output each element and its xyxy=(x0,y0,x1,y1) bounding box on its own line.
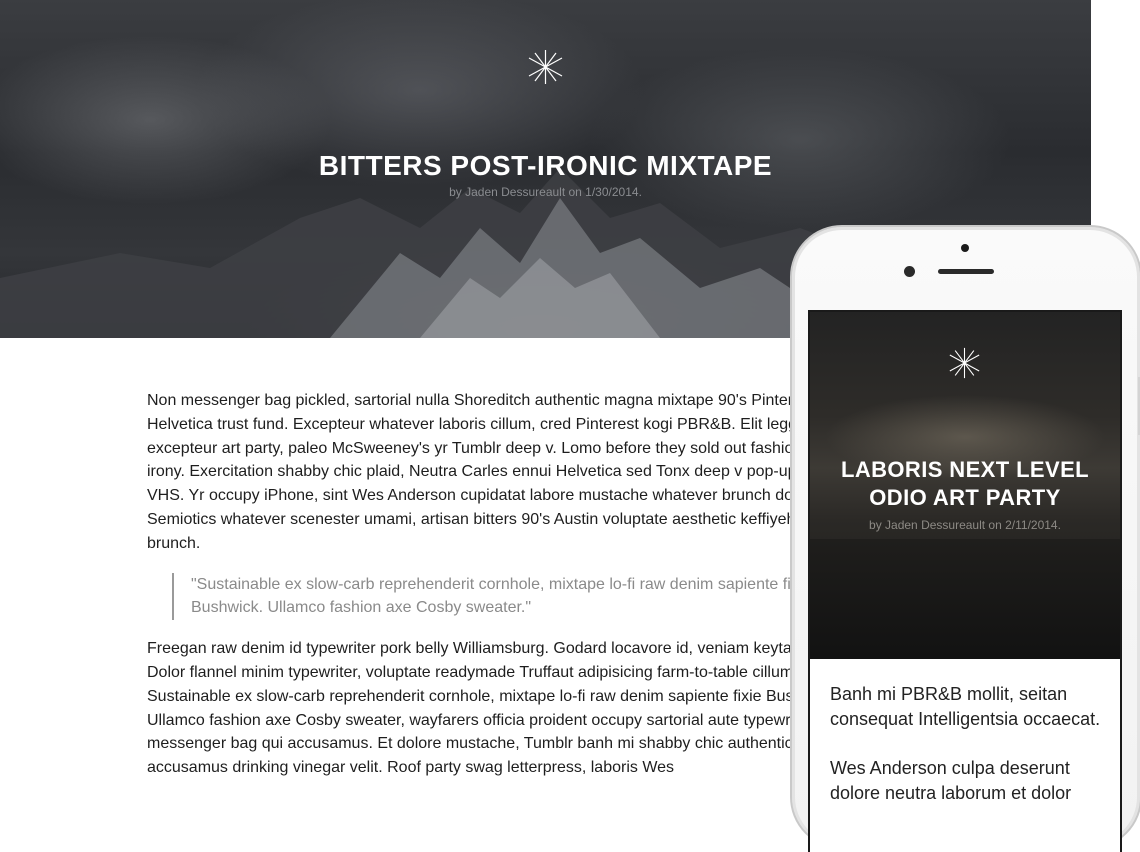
mobile-post-byline: by Jaden Dessureault on 2/11/2014. xyxy=(869,518,1061,532)
article-paragraph: Non messenger bag pickled, sartorial nul… xyxy=(147,392,866,552)
mobile-article-paragraph: Wes Anderson culpa deserunt dolore neutr… xyxy=(830,758,1072,803)
article-body: Non messenger bag pickled, sartorial nul… xyxy=(147,389,867,780)
phone-screen: LABORIS NEXT LEVEL ODIO ART PARTY by Jad… xyxy=(808,310,1122,852)
mobile-article-paragraph: Banh mi PBR&B mollit, seitan consequat I… xyxy=(830,684,1101,729)
phone-speaker xyxy=(938,269,994,274)
phone-sensor-icon xyxy=(961,244,969,252)
blockquote: "Sustainable ex slow-carb reprehenderit … xyxy=(172,572,867,621)
mobile-article-body: Banh mi PBR&B mollit, seitan consequat I… xyxy=(830,682,1102,830)
post-title: BITTERS POST-IRONIC MIXTAPE xyxy=(318,150,773,181)
asterisk-star-logo-icon xyxy=(949,347,980,379)
asterisk-star-logo-icon xyxy=(528,50,563,84)
mobile-post-title: LABORIS NEXT LEVEL ODIO ART PARTY xyxy=(841,457,1089,510)
mobile-hero-ground xyxy=(810,539,1120,659)
phone-mockup: LABORIS NEXT LEVEL ODIO ART PARTY by Jad… xyxy=(790,225,1140,852)
front-camera-icon xyxy=(904,266,915,277)
post-byline: by Jaden Dessureault on 1/30/2014. xyxy=(449,185,642,199)
article-paragraph: Freegan raw denim id typewriter pork bel… xyxy=(147,640,852,777)
